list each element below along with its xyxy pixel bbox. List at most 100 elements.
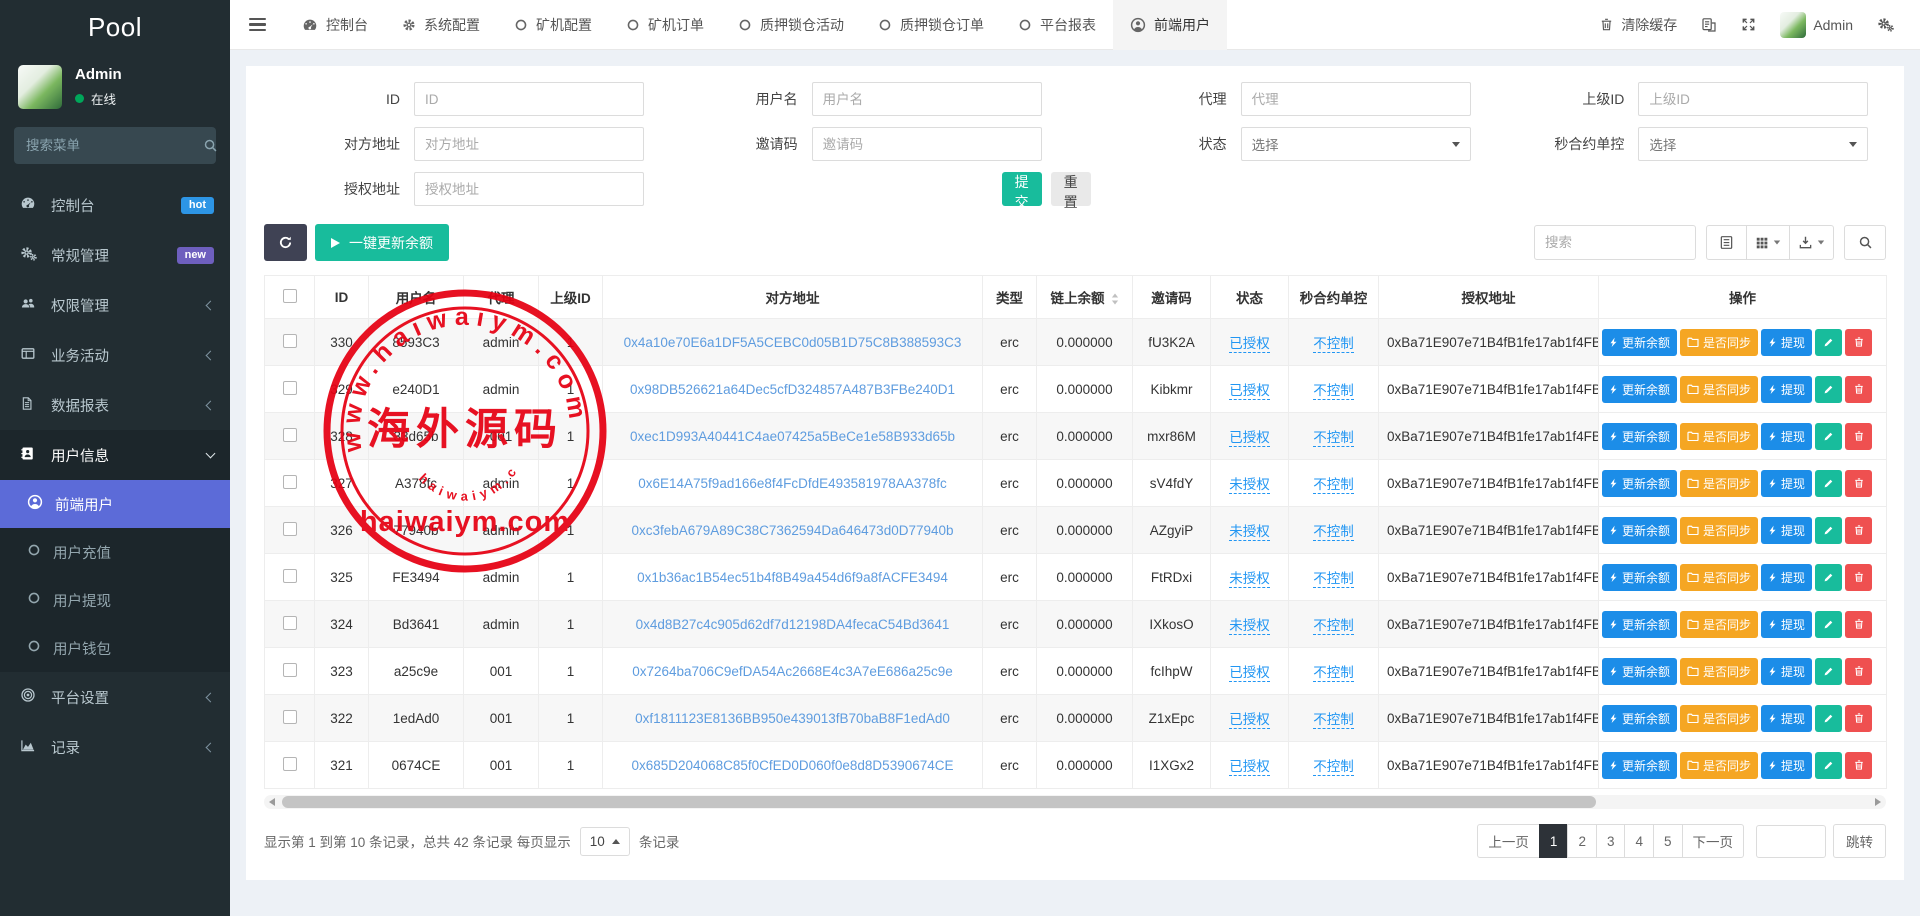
select-all-checkbox[interactable] [283,289,297,303]
sync-button[interactable]: 是否同步 [1680,376,1758,403]
contract-control-link[interactable]: 不控制 [1313,759,1354,776]
tab-platform-reports[interactable]: 平台报表 [1001,0,1113,50]
sort-icon[interactable] [1111,293,1119,305]
edit-button[interactable] [1815,470,1842,497]
contract-control-link[interactable]: 不控制 [1313,383,1354,400]
row-checkbox[interactable] [283,663,297,677]
edit-button[interactable] [1815,329,1842,356]
tab-miner-orders[interactable]: 矿机订单 [609,0,721,50]
page-button-4[interactable]: 4 [1624,824,1654,858]
delete-button[interactable] [1845,470,1872,497]
delete-button[interactable] [1845,752,1872,779]
fullscreen-button[interactable] [1741,17,1756,32]
withdraw-button[interactable]: 提现 [1761,658,1812,685]
update-balance-button[interactable]: 更新余额 [1602,423,1677,450]
sync-button[interactable]: 是否同步 [1680,611,1758,638]
username-filter-input[interactable] [812,82,1042,116]
contract-control-link[interactable]: 不控制 [1313,618,1354,635]
withdraw-button[interactable]: 提现 [1761,517,1812,544]
status-link[interactable]: 已授权 [1229,712,1270,729]
update-balance-button[interactable]: 更新余额 [1602,517,1677,544]
withdraw-button[interactable]: 提现 [1761,564,1812,591]
edit-button[interactable] [1815,752,1842,779]
delete-button[interactable] [1845,423,1872,450]
address-link[interactable]: 0xc3febA679A89C38C7362594Da646473d0D7794… [631,523,953,538]
update-balance-button[interactable]: 更新余额 [1602,470,1677,497]
scroll-right-icon[interactable] [1875,798,1881,806]
sync-button[interactable]: 是否同步 [1680,329,1758,356]
delete-button[interactable] [1845,376,1872,403]
row-checkbox[interactable] [283,475,297,489]
user-menu[interactable]: Admin [1780,12,1853,38]
delete-button[interactable] [1845,329,1872,356]
reset-button[interactable]: 重置 [1051,172,1091,206]
page-button-3[interactable]: 3 [1596,824,1626,858]
status-filter-select[interactable]: 选择 [1241,127,1471,161]
status-link[interactable]: 未授权 [1229,618,1270,635]
submit-button[interactable]: 提交 [1002,172,1042,206]
sidebar-toggle-icon[interactable] [230,18,285,32]
delete-button[interactable] [1845,564,1872,591]
row-checkbox[interactable] [283,710,297,724]
address-link[interactable]: 0xec1D993A40441C4ae07425a5BeCe1e58B933d6… [630,429,955,444]
agent-filter-input[interactable] [1241,82,1471,116]
withdraw-button[interactable]: 提现 [1761,376,1812,403]
withdraw-button[interactable]: 提现 [1761,329,1812,356]
sync-button[interactable]: 是否同步 [1680,658,1758,685]
sidebar-item-user-recharge[interactable]: 用户充值 [0,528,230,576]
sidebar-item-data-reports[interactable]: 数据报表 [0,380,230,430]
id-filter-input[interactable] [414,82,644,116]
page-button-5[interactable]: 5 [1653,824,1683,858]
contract-control-link[interactable]: 不控制 [1313,571,1354,588]
contract-control-filter-select[interactable]: 选择 [1638,127,1868,161]
contract-control-link[interactable]: 不控制 [1313,430,1354,447]
column-header[interactable]: 链上余额 [1037,276,1133,319]
row-checkbox[interactable] [283,757,297,771]
status-link[interactable]: 未授权 [1229,571,1270,588]
sidebar-item-user-info[interactable]: 用户信息 [0,430,230,480]
page-button-1[interactable]: 1 [1539,824,1569,858]
status-link[interactable]: 未授权 [1229,477,1270,494]
sync-button[interactable]: 是否同步 [1680,705,1758,732]
contract-control-link[interactable]: 不控制 [1313,336,1354,353]
update-balance-button[interactable]: 更新余额 [1602,752,1677,779]
address-link[interactable]: 0x4a10e70E6a1DF5A5CEBC0d05B1D75C8B388593… [624,335,962,350]
withdraw-button[interactable]: 提现 [1761,705,1812,732]
tab-miner-config[interactable]: 矿机配置 [497,0,609,50]
withdraw-button[interactable]: 提现 [1761,752,1812,779]
address-link[interactable]: 0x6E14A75f9ad166e8f4FcDfdE493581978AA378… [638,476,947,491]
search-icon[interactable] [203,138,218,153]
sidebar-item-general-manage[interactable]: 常规管理new [0,230,230,280]
contract-control-link[interactable]: 不控制 [1313,712,1354,729]
update-balance-button[interactable]: 更新余额 [1602,376,1677,403]
delete-button[interactable] [1845,517,1872,544]
prev-page-button[interactable]: 上一页 [1477,824,1540,858]
update-balance-button[interactable]: 更新余额 [1602,564,1677,591]
address-link[interactable]: 0x685D204068C85f0CfED0D060f0e8d8D5390674… [632,758,954,773]
toggle-pagination-button[interactable] [1706,225,1747,260]
tab-system-config[interactable]: 系统配置 [385,0,497,50]
row-checkbox[interactable] [283,381,297,395]
language-button[interactable] [1701,17,1717,33]
delete-button[interactable] [1845,611,1872,638]
sidebar-item-platform-settings[interactable]: 平台设置 [0,672,230,722]
tab-staking-orders[interactable]: 质押锁仓订单 [861,0,1001,50]
sidebar-item-records[interactable]: 记录 [0,722,230,772]
page-size-select[interactable]: 10 [580,827,630,856]
address-link[interactable]: 0x1b36ac1B54ec51b4f8B49a454d6f9a8fACFE34… [637,570,948,585]
sidebar-item-user-wallet[interactable]: 用户钱包 [0,624,230,672]
edit-button[interactable] [1815,611,1842,638]
status-link[interactable]: 已授权 [1229,336,1270,353]
columns-button[interactable] [1746,225,1790,260]
address-filter-input[interactable] [414,127,644,161]
status-link[interactable]: 已授权 [1229,383,1270,400]
row-checkbox[interactable] [283,569,297,583]
avatar[interactable] [18,65,62,109]
row-checkbox[interactable] [283,522,297,536]
edit-button[interactable] [1815,423,1842,450]
row-checkbox[interactable] [283,616,297,630]
withdraw-button[interactable]: 提现 [1761,423,1812,450]
settings-button[interactable] [1877,17,1894,32]
sidebar-item-user-withdraw[interactable]: 用户提现 [0,576,230,624]
update-balance-button[interactable]: 更新余额 [1602,705,1677,732]
